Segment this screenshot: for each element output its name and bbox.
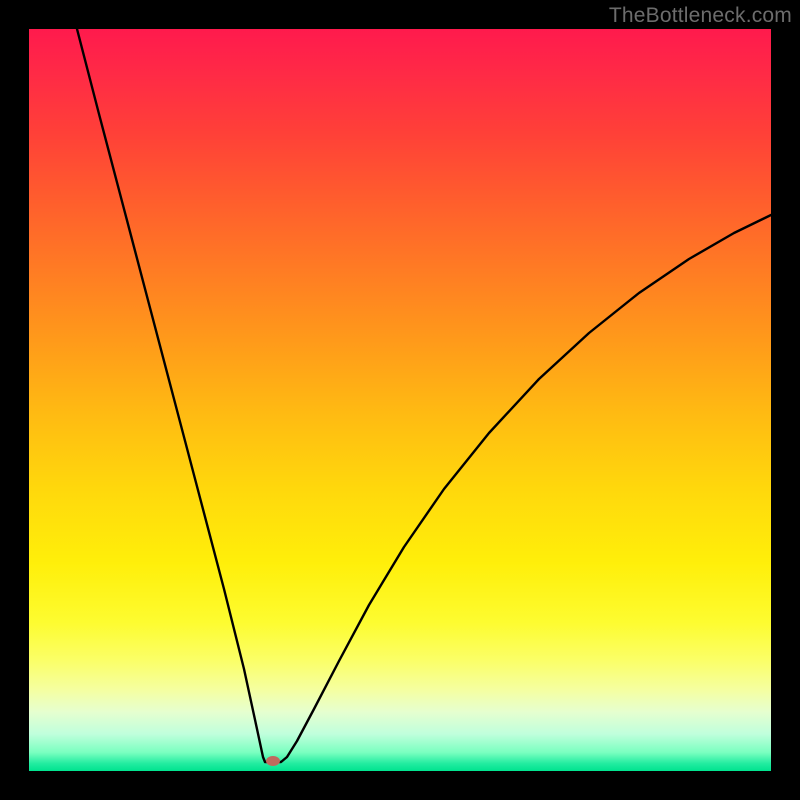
- optimal-point-marker: [266, 756, 280, 766]
- plot-area: [29, 29, 771, 771]
- bottleneck-curve: [29, 29, 771, 771]
- watermark-text: TheBottleneck.com: [609, 4, 792, 28]
- chart-frame: TheBottleneck.com: [0, 0, 800, 800]
